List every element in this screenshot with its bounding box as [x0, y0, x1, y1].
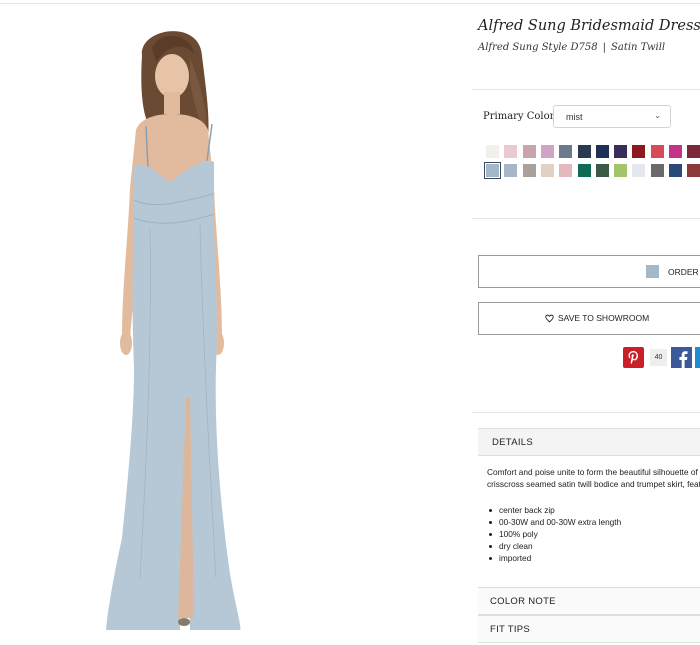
divider: [472, 412, 700, 413]
product-title: Alfred Sung Bridesmaid Dress D758: [478, 18, 700, 34]
color-swatch[interactable]: [577, 164, 591, 177]
save-to-showroom-button[interactable]: SAVE TO SHOWROOM: [478, 302, 700, 335]
product-subtitle: Alfred Sung Style D758 | Satin Twill: [478, 42, 665, 53]
details-header-label: DETAILS: [492, 437, 533, 448]
feature-item: 00-30W and 00-30W extra length: [487, 516, 621, 528]
color-swatch[interactable]: [540, 145, 554, 158]
pinterest-icon: [628, 351, 638, 364]
divider: [472, 218, 700, 219]
color-swatch[interactable]: [522, 145, 536, 158]
color-swatch[interactable]: [559, 145, 573, 158]
color-swatch[interactable]: [669, 145, 682, 158]
facebook-share-button[interactable]: [671, 347, 692, 368]
order-swatch-label: ORDER FREE SWATCH: [668, 267, 700, 277]
color-swatch[interactable]: [632, 145, 646, 158]
product-info-panel: Alfred Sung Bridesmaid Dress D758 Alfred…: [472, 0, 700, 645]
fit-tips-accordion-header[interactable]: FIT TIPS: [478, 615, 700, 643]
fit-tips-label: FIT TIPS: [490, 624, 531, 635]
primary-colors-label: Primary Colors:: [483, 111, 563, 122]
selected-swatch-preview: [646, 265, 659, 278]
color-note-label: COLOR NOTE: [490, 596, 556, 607]
color-swatch[interactable]: [540, 164, 554, 177]
primary-color-select[interactable]: mist ⌄: [553, 105, 671, 128]
subtitle-separator: |: [602, 42, 607, 53]
description-line: Comfort and poise unite to form the beau…: [487, 467, 700, 477]
facebook-icon: [679, 351, 688, 368]
order-free-swatch-button[interactable]: ORDER FREE SWATCH: [478, 255, 700, 288]
heart-icon: [545, 314, 554, 323]
selected-color-value: mist: [566, 112, 583, 122]
more-share-button[interactable]: [695, 347, 700, 368]
style-label: Alfred Sung Style D758: [478, 42, 598, 53]
color-swatch[interactable]: [614, 164, 628, 177]
description-line: crisscross seamed satin twill bodice and…: [487, 479, 700, 490]
color-swatch[interactable]: [559, 164, 573, 177]
product-page: Alfred Sung Bridesmaid Dress D758 Alfred…: [0, 0, 700, 645]
feature-list: center back zip 00-30W and 00-30W extra …: [487, 504, 621, 564]
color-swatch[interactable]: [577, 145, 591, 158]
feature-item: imported: [487, 552, 621, 564]
color-swatch-selected[interactable]: [484, 162, 501, 179]
save-to-showroom-label: SAVE TO SHOWROOM: [558, 313, 650, 323]
product-image: [106, 31, 241, 630]
color-swatch[interactable]: [504, 164, 518, 177]
color-swatch[interactable]: [687, 164, 700, 177]
color-swatch[interactable]: [595, 164, 609, 177]
feature-item: center back zip: [487, 504, 621, 516]
pinterest-share-button[interactable]: [623, 347, 644, 368]
feature-item: dry clean: [487, 540, 621, 552]
share-count: 40: [650, 349, 667, 366]
color-swatch[interactable]: [486, 145, 499, 158]
color-note-accordion-header[interactable]: COLOR NOTE: [478, 587, 700, 615]
fabric-label: Satin Twill: [611, 42, 666, 53]
color-swatch[interactable]: [504, 145, 518, 158]
color-swatch[interactable]: [595, 145, 609, 158]
color-swatch[interactable]: [522, 164, 536, 177]
divider: [472, 89, 700, 90]
color-swatch[interactable]: [632, 164, 646, 177]
color-swatch[interactable]: [650, 145, 664, 158]
color-swatch[interactable]: [687, 145, 700, 158]
feature-item: 100% poly: [487, 528, 621, 540]
details-accordion-header[interactable]: DETAILS: [478, 428, 700, 456]
color-swatch[interactable]: [614, 145, 628, 158]
color-swatch[interactable]: [669, 164, 682, 177]
chevron-down-icon: ⌄: [654, 111, 661, 120]
product-description: Comfort and poise unite to form the beau…: [487, 466, 700, 491]
color-swatch[interactable]: [650, 164, 664, 177]
